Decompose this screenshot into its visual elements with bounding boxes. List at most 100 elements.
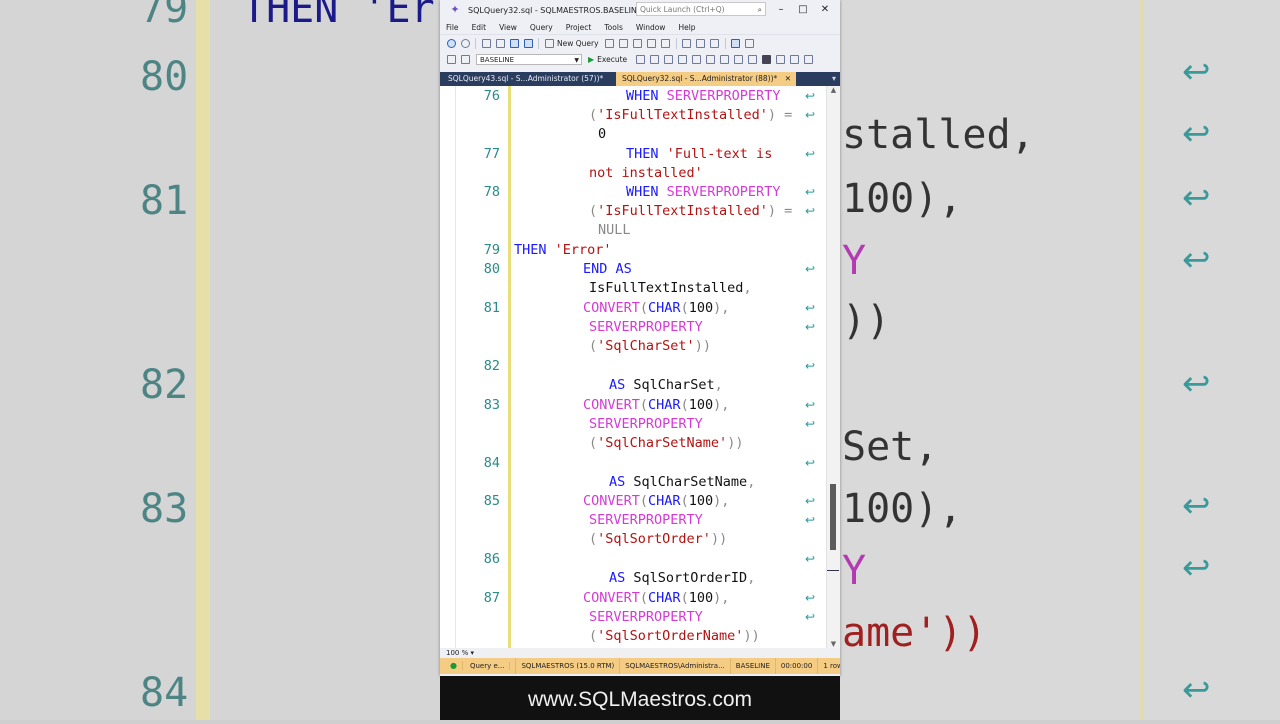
bg-code: 100), [842, 486, 963, 532]
results-to-file-icon[interactable] [775, 54, 785, 64]
copy-icon[interactable] [696, 38, 706, 48]
database-select[interactable]: BASELINE ▼ [476, 53, 582, 65]
redo-icon[interactable] [745, 38, 755, 48]
scrollbar-thumb[interactable] [830, 484, 836, 550]
maximize-icon[interactable]: □ [792, 2, 814, 18]
back-icon[interactable] [446, 38, 456, 48]
menu-edit[interactable]: Edit [472, 23, 487, 32]
scroll-down-icon[interactable]: ▼ [827, 640, 840, 648]
bg-wrap-icon: ↩ [1182, 364, 1211, 404]
code-line: CONVERT(CHAR(100), [583, 300, 730, 316]
menu-tools[interactable]: Tools [604, 23, 622, 32]
bg-code: stalled, [842, 112, 1035, 158]
database-engine-query-icon[interactable] [605, 38, 615, 48]
comment-icon[interactable] [789, 54, 799, 64]
code-line: ('SqlSortOrderName')) [589, 628, 760, 644]
code-line: SERVERPROPERTY [589, 416, 703, 432]
ssms-window: ✦ SQLQuery32.sql - SQLMAESTROS.BASELINE … [440, 0, 840, 676]
connect-icon[interactable] [446, 54, 456, 64]
horizontal-scrollbar[interactable] [486, 650, 826, 656]
new-query-icon[interactable] [544, 38, 554, 48]
database-select-value: BASELINE [480, 55, 515, 64]
line-number: 86 [483, 551, 500, 567]
tab-sqlquery32[interactable]: SQLQuery32.sql - S...Administrator (88))… [616, 72, 796, 86]
dmx-query-icon[interactable] [647, 38, 657, 48]
horizontal-bar: 100 % ▾ [440, 648, 840, 658]
save-icon[interactable] [509, 38, 519, 48]
results-to-grid-icon[interactable] [761, 54, 771, 64]
window-controls: – □ ✕ [770, 2, 836, 18]
cut-icon[interactable] [682, 38, 692, 48]
execute-button[interactable]: ▶ Execute [588, 55, 627, 64]
ssms-logo-icon: ✦ [450, 3, 460, 16]
undo-icon[interactable] [731, 38, 741, 48]
bg-wrap-icon: ↩ [1182, 486, 1211, 526]
line-number: 84 [483, 455, 500, 471]
tab-list-icon[interactable]: ▾ [832, 72, 836, 86]
code-line: END AS [583, 261, 632, 277]
forward-icon[interactable] [460, 38, 470, 48]
document-tabs: SQLQuery43.sql - S...Administrator (57))… [440, 72, 840, 86]
menu-file[interactable]: File [446, 23, 459, 32]
bg-code: Y [842, 238, 867, 284]
close-tab-icon[interactable]: ✕ [785, 72, 791, 86]
client-stats-icon[interactable] [733, 54, 743, 64]
live-stats-icon[interactable] [719, 54, 729, 64]
bg-wrap-icon: ↩ [1182, 670, 1211, 710]
actual-plan-icon[interactable] [705, 54, 715, 64]
quick-launch-input[interactable]: Quick Launch (Ctrl+Q) ⌕ [636, 2, 766, 16]
chevron-down-icon: ▼ [574, 56, 579, 64]
mdx-query-icon[interactable] [633, 38, 643, 48]
query-options-icon[interactable] [677, 54, 687, 64]
minimize-icon[interactable]: – [770, 2, 792, 18]
code-line: AS SqlSortOrderID, [609, 570, 756, 586]
uncomment-icon[interactable] [803, 54, 813, 64]
scroll-up-icon[interactable]: ▲ [827, 86, 840, 94]
word-wrap-icon: ↩ [805, 320, 816, 334]
bg-code: 100), [842, 176, 963, 222]
menu-project[interactable]: Project [566, 23, 592, 32]
code-line: ('SqlCharSet')) [589, 338, 711, 354]
code-line: SERVERPROPERTY [589, 319, 703, 335]
menu-query[interactable]: Query [530, 23, 553, 32]
xmla-query-icon[interactable] [661, 38, 671, 48]
code-line: NULL [598, 222, 631, 238]
code-line: IsFullTextInstalled, [589, 280, 752, 296]
line-number: 76 [483, 88, 500, 104]
code-line: ('IsFullTextInstalled') = [589, 107, 793, 123]
save-all-icon[interactable] [523, 38, 533, 48]
new-project-icon[interactable] [481, 38, 491, 48]
bg-code: Set, [842, 424, 939, 470]
status-database: BASELINE [731, 658, 776, 674]
code-line: CONVERT(CHAR(100), [583, 493, 730, 509]
open-file-icon[interactable] [495, 38, 505, 48]
zoom-select[interactable]: 100 % ▾ [446, 648, 474, 658]
bg-wrap-icon: ↩ [1182, 548, 1211, 588]
bg-code: )) [842, 298, 891, 344]
line-number: 80 [483, 261, 500, 277]
word-wrap-icon: ↩ [805, 359, 816, 373]
parse-icon[interactable] [649, 54, 659, 64]
menu-help[interactable]: Help [678, 23, 695, 32]
code-line: ('SqlSortOrder')) [589, 531, 728, 547]
status-user: SQLMAESTROS\Administra... [620, 658, 731, 674]
close-icon[interactable]: ✕ [814, 2, 836, 18]
bg-line-number: 82 [140, 362, 189, 408]
intellisense-icon[interactable] [691, 54, 701, 64]
change-connection-icon[interactable] [460, 54, 470, 64]
query-editor[interactable]: 76 WHEN SERVERPROPERTY ↩ ('IsFullTextIns… [440, 86, 840, 648]
word-wrap-icon: ↩ [805, 185, 816, 199]
word-wrap-icon: ↩ [805, 89, 816, 103]
estimated-plan-icon[interactable] [663, 54, 673, 64]
analysis-query-icon[interactable] [619, 38, 629, 48]
bg-code: ame')) [842, 610, 987, 656]
results-to-text-icon[interactable] [747, 54, 757, 64]
tab-sqlquery43[interactable]: SQLQuery43.sql - S...Administrator (57))… [440, 72, 616, 86]
menu-window[interactable]: Window [636, 23, 666, 32]
stop-icon[interactable] [635, 54, 645, 64]
vertical-scrollbar[interactable]: ▲ ▼ [826, 86, 840, 648]
new-query-button[interactable]: New Query [557, 39, 599, 48]
menu-view[interactable]: View [499, 23, 517, 32]
title-bar: ✦ SQLQuery32.sql - SQLMAESTROS.BASELINE … [440, 0, 840, 20]
paste-icon[interactable] [710, 38, 720, 48]
